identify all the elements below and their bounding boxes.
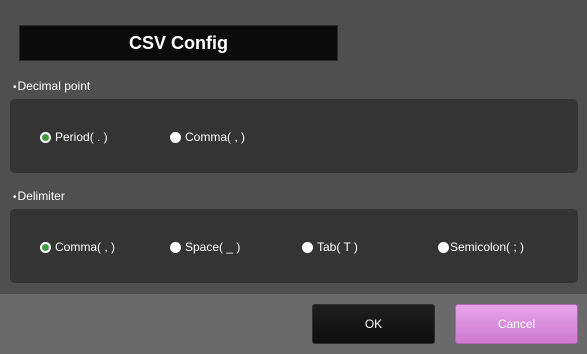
decimal-point-label: •Decimal point bbox=[13, 79, 90, 93]
radio-label: Comma( , ) bbox=[55, 240, 115, 254]
decimal-point-panel: Period( . ) Comma( , ) bbox=[10, 99, 578, 173]
radio-label: Period( . ) bbox=[55, 130, 108, 144]
radio-checked-icon bbox=[40, 241, 51, 253]
radio-unchecked-icon bbox=[170, 241, 181, 253]
csv-config-dialog: CSV Config •Decimal point Period( . ) Co… bbox=[0, 0, 587, 354]
bullet-marker: • bbox=[13, 192, 17, 203]
radio-decimal-period[interactable]: Period( . ) bbox=[40, 130, 108, 144]
radio-unchecked-icon bbox=[170, 131, 181, 143]
bullet-marker: • bbox=[13, 82, 17, 93]
radio-checked-icon bbox=[40, 131, 51, 143]
ok-button[interactable]: OK bbox=[312, 304, 435, 344]
decimal-point-label-text: Decimal point bbox=[17, 79, 91, 93]
delimiter-panel: Comma( , ) Space( _ ) Tab( T ) Semicolon… bbox=[10, 209, 578, 283]
radio-label: Semicolon( ; ) bbox=[450, 240, 525, 254]
radio-delimiter-tab[interactable]: Tab( T ) bbox=[302, 240, 358, 254]
radio-delimiter-space[interactable]: Space( _ ) bbox=[170, 240, 240, 254]
radio-label: Comma( , ) bbox=[185, 130, 245, 144]
cancel-button[interactable]: Cancel bbox=[455, 304, 578, 344]
radio-delimiter-comma[interactable]: Comma( , ) bbox=[40, 240, 115, 254]
radio-label: Space( _ ) bbox=[185, 240, 241, 254]
radio-unchecked-icon bbox=[302, 241, 313, 253]
radio-label: Tab( T ) bbox=[317, 240, 358, 254]
radio-decimal-comma[interactable]: Comma( , ) bbox=[170, 130, 245, 144]
delimiter-label-text: Delimiter bbox=[17, 189, 65, 203]
radio-unchecked-icon bbox=[438, 241, 449, 253]
radio-delimiter-semicolon[interactable]: Semicolon( ; ) bbox=[438, 240, 524, 254]
dialog-title: CSV Config bbox=[19, 25, 338, 61]
delimiter-label: •Delimiter bbox=[13, 189, 65, 203]
